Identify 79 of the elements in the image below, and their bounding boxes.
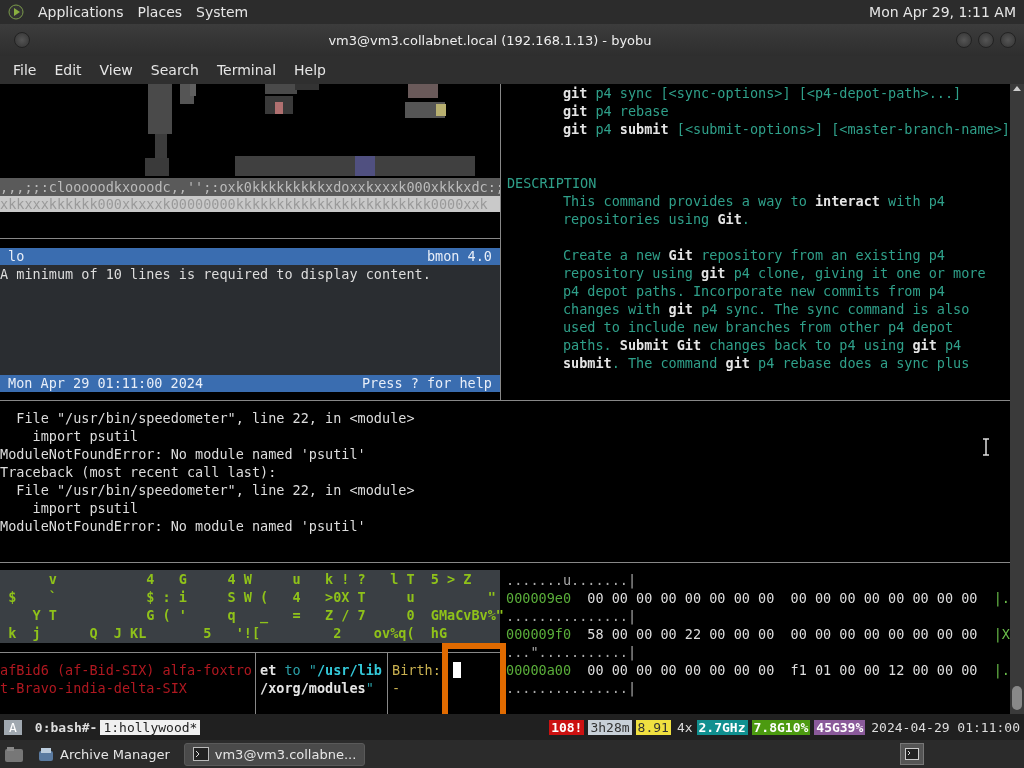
window-title: vm3@vm3.collabnet.local (192.168.1.13) - byobu <box>327 32 653 48</box>
status-segment: 3h28m <box>588 719 632 735</box>
hex-row: 00000a00 00 00 00 00 00 00 00 00 f1 01 00 00 12 00 00 00 |. <box>506 661 1010 679</box>
traceback-line: ModuleNotFoundError: No module named 'psutil' <box>0 517 366 535</box>
minimize-button[interactable] <box>956 32 972 48</box>
man-synopsis-line: git p4 submit [<submit-options>] [<master-branch-name>] <box>561 120 1010 138</box>
menu-item[interactable]: Edit <box>45 62 91 78</box>
status-segment: 2.7GHz <box>696 719 748 735</box>
terminal-line: afBid6 (af-Bid-SIX) alfa-foxtro <box>0 661 253 679</box>
man-text-line: This command provides a way to interact with p4 <box>561 192 946 210</box>
status-text: 4x <box>676 719 693 735</box>
archive-icon <box>38 746 54 762</box>
text-cursor <box>452 662 461 678</box>
terminal-line: et to "/usr/lib <box>260 661 383 679</box>
man-section-heading: DESCRIPTION <box>506 174 598 192</box>
man-text-line: paths. Submit Git changes back to p4 using git p4 <box>561 336 963 354</box>
menu-item[interactable]: View <box>90 62 142 78</box>
man-text-line: used to include new branches from other p4 depot <box>561 318 955 336</box>
status-segment: 8.91 <box>635 719 671 735</box>
panel-menu[interactable]: Places <box>137 4 183 20</box>
hex-ascii-line: ..."...........| <box>506 643 638 661</box>
window-tab[interactable]: 0:bash#- <box>31 719 101 735</box>
taskbar-item[interactable]: Archive Manager <box>30 743 178 765</box>
bmon-timestamp: Mon Apr 29 01:11:00 2024 <box>8 375 204 392</box>
man-text-line: repository using git p4 clone, giving it one or more <box>561 264 987 282</box>
man-text-line: changes with git p4 sync. The sync command is also <box>561 300 971 318</box>
terminal-line: /xorg/modules" <box>260 679 375 697</box>
glyph-row-text: $ ` $ : i S W ( 4 >0X T u " <box>7 588 497 606</box>
bmon-message: A minimum of 10 lines is required to display content. <box>0 265 432 283</box>
menu-item[interactable]: File <box>4 62 46 78</box>
hex-ascii-line: ...............| <box>506 679 638 697</box>
scrollbar[interactable] <box>1010 84 1024 714</box>
man-synopsis-line: git p4 rebase <box>561 102 670 120</box>
glyph-row-text: v 4 G 4 W u k ! ? l T 5 > Z <box>47 570 473 588</box>
traceback-line: Traceback (most recent call last): <box>0 463 277 481</box>
scroll-thumb[interactable] <box>1012 686 1022 710</box>
interface-name: lo <box>8 248 25 265</box>
session-label: A <box>4 719 22 735</box>
menu-item[interactable]: Terminal <box>207 62 286 78</box>
maximize-button[interactable] <box>978 32 994 48</box>
traceback-line: File "/usr/bin/speedometer", line 22, in <module> <box>15 409 415 427</box>
panel-clock[interactable]: Mon Apr 29, 1:11 AM <box>869 4 1016 20</box>
play-logo-icon[interactable] <box>8 4 24 20</box>
terminal-icon <box>192 747 209 761</box>
menu-item[interactable]: Search <box>141 62 208 78</box>
panel-menu[interactable]: System <box>196 4 249 20</box>
man-synopsis-line: git p4 sync [<sync-options>] [<p4-depot-path>...] <box>561 84 963 102</box>
text-cursor-icon <box>982 438 990 456</box>
stat-value: - <box>392 679 402 697</box>
terminal-line: t-Bravo-india-delta-SIX <box>0 679 188 697</box>
version-label: bmon 4.0 <box>426 248 492 265</box>
hex-row: 000009f0 58 00 00 00 22 00 00 00 00 00 00 00 00 00 00 00 |X <box>506 625 1010 643</box>
window-menu-button[interactable] <box>14 32 30 48</box>
man-text-line: repositories using Git. <box>561 210 751 228</box>
panel-menu[interactable]: Applications <box>38 4 124 20</box>
glyph-row-text: k j Q J KL 5 '![ 2 ov%q( hG <box>7 624 449 642</box>
workspace-switcher[interactable] <box>900 743 924 765</box>
taskbar-item[interactable]: vm3@vm3.collabne... <box>183 742 366 766</box>
man-text-line: Create a new Git repository from an existing p4 <box>561 246 946 264</box>
man-text-line: p4 depot paths. Incorporate new commits from p4 <box>561 282 946 300</box>
stat-label: Birth: <box>392 661 441 679</box>
hex-ascii-line: ...............| <box>506 607 638 625</box>
status-text: 2024-04-29 01:11:00 <box>871 719 1020 735</box>
terminal-icon <box>905 748 919 760</box>
status-segment: 45G39% <box>814 719 866 735</box>
status-segment: 108! <box>549 719 585 735</box>
traceback-line: import psutil <box>31 427 139 445</box>
show-desktop-icon[interactable] <box>4 745 24 763</box>
traceback-line: File "/usr/bin/speedometer", line 22, in <module> <box>15 481 415 499</box>
help-hint: Press ? for help <box>361 375 492 392</box>
window-tab[interactable]: 1:hollywood* <box>100 719 201 735</box>
close-button[interactable] <box>1000 32 1016 48</box>
status-segment: 7.8G10% <box>751 719 811 735</box>
traceback-line: import psutil <box>31 499 139 517</box>
hex-ascii-line: .......u.......| <box>506 571 638 589</box>
man-text-line: submit. The command git p4 rebase does a sync plus <box>561 354 971 372</box>
hex-row: 000009e0 00 00 00 00 00 00 00 00 00 00 00 00 00 00 00 00 |. <box>506 589 1010 607</box>
menu-item[interactable]: Help <box>285 62 335 78</box>
traceback-line: ModuleNotFoundError: No module named 'psutil' <box>0 445 366 463</box>
